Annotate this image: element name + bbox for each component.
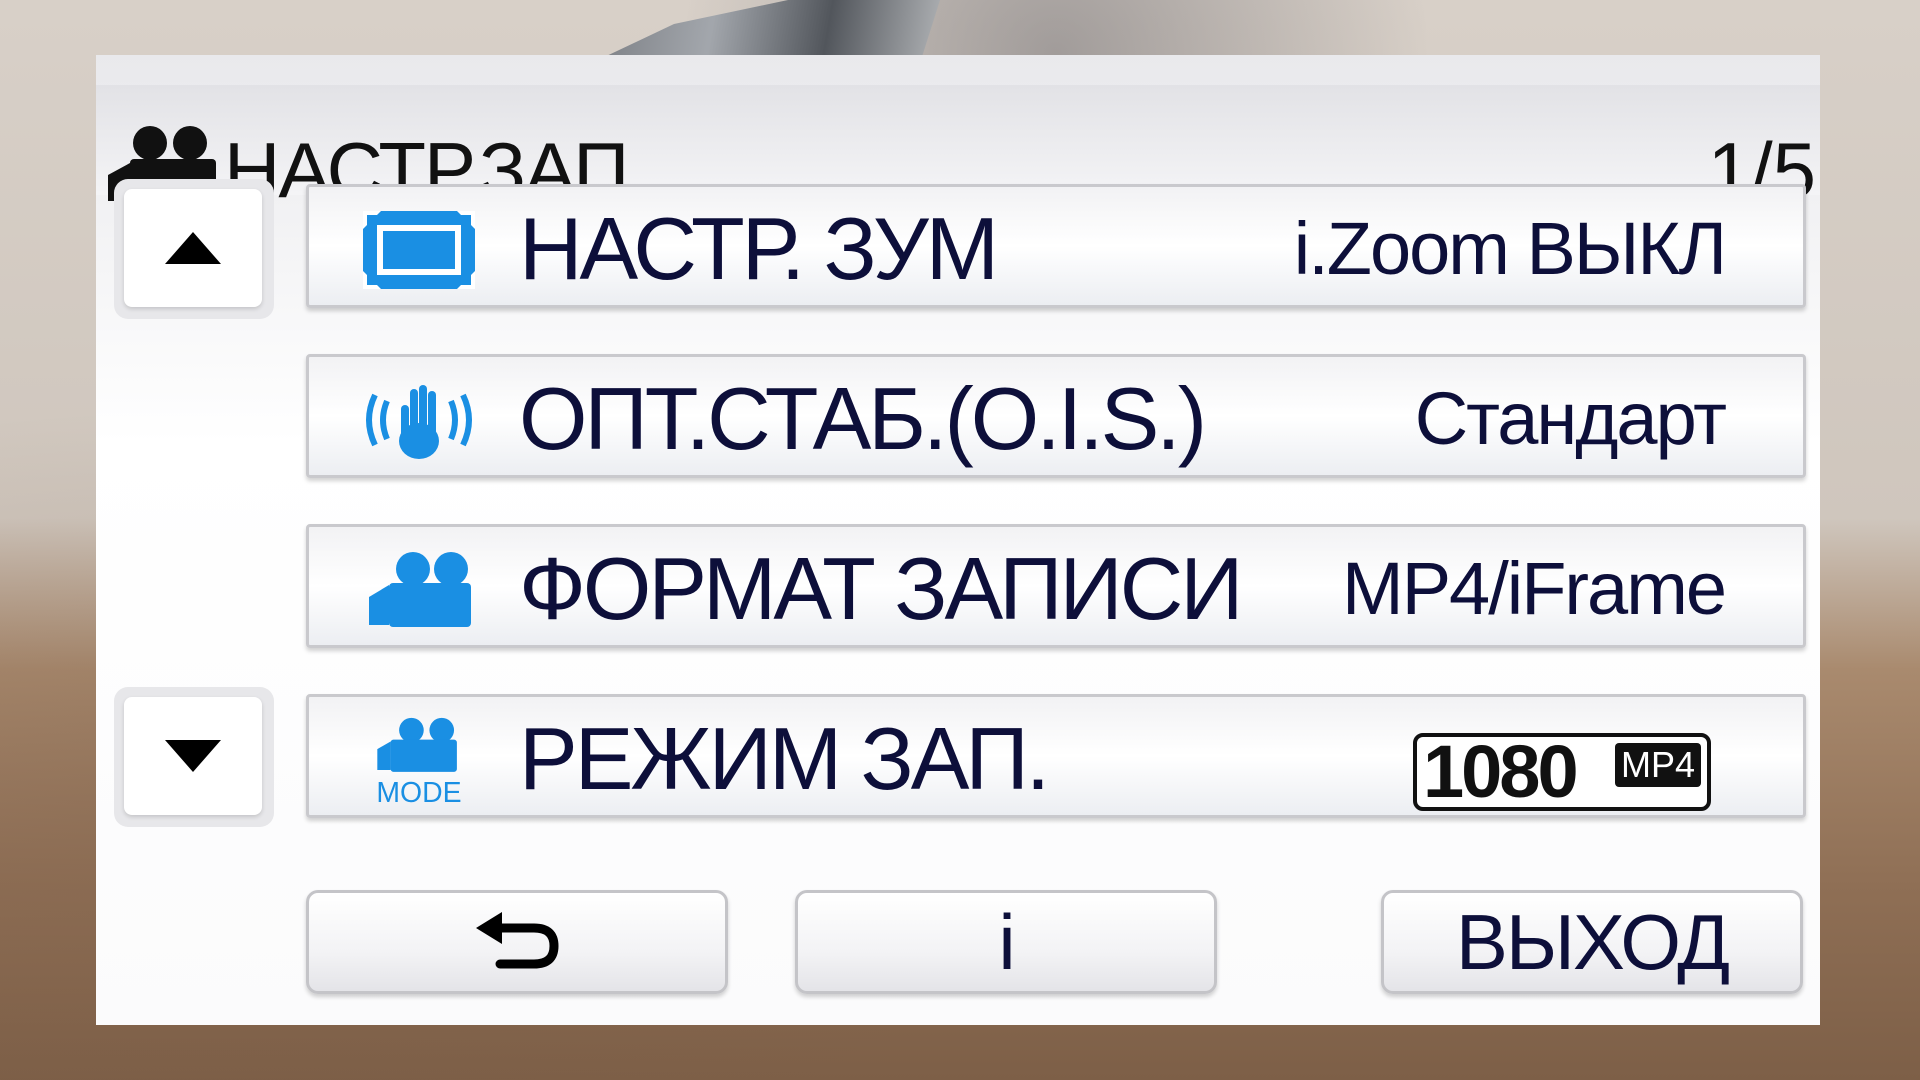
scroll-up-button[interactable] — [114, 179, 274, 319]
menu-item-value: i.Zoom ВЫКЛ — [1293, 207, 1727, 290]
menu-item-ois[interactable]: ОПТ.СТАБ.(O.I.S.) Стандарт — [306, 354, 1806, 478]
movie-camera-icon — [369, 552, 471, 627]
scroll-down-button[interactable] — [114, 687, 274, 827]
exit-button[interactable]: ВЫХОД — [1381, 890, 1803, 994]
menu-panel: НАСТР.ЗАП. 1/5 НАСТР. ЗУМ i.Zoom ВЫКЛ ОП… — [96, 55, 1820, 1025]
exit-button-label: ВЫХОД — [1455, 897, 1730, 986]
menu-item-record-format[interactable]: ФОРМАТ ЗАПИСИ MP4/iFrame — [306, 524, 1806, 648]
menu-item-label: НАСТР. ЗУМ — [519, 199, 999, 298]
record-mode-resolution: 1080 — [1423, 730, 1579, 813]
record-mode-badge: 1080 MP4 — [1413, 733, 1711, 811]
menu-item-record-mode[interactable]: MODE РЕЖИМ ЗАП. 1080 MP4 — [306, 694, 1806, 818]
menu-item-zoom-settings[interactable]: НАСТР. ЗУМ i.Zoom ВЫКЛ — [306, 184, 1806, 308]
menu-item-label: РЕЖИМ ЗАП. — [519, 709, 1050, 808]
menu-item-label: ОПТ.СТАБ.(O.I.S.) — [519, 369, 1207, 468]
zoom-frame-icon — [363, 211, 475, 289]
mode-icon-text: MODE — [376, 777, 461, 805]
arrow-up-icon — [165, 232, 221, 264]
record-mode-format: MP4 — [1614, 743, 1701, 787]
info-button-label: i — [998, 897, 1015, 986]
menu-header: НАСТР.ЗАП. 1/5 — [96, 85, 1820, 214]
movie-mode-icon: MODE — [376, 717, 462, 805]
scroll-down-face — [124, 697, 262, 815]
info-button[interactable]: i — [795, 890, 1217, 994]
scroll-up-face — [124, 189, 262, 307]
back-button[interactable] — [306, 890, 728, 994]
menu-item-value: Стандарт — [1414, 377, 1727, 460]
stabilizer-hand-icon — [366, 385, 472, 459]
menu-item-label: ФОРМАТ ЗАПИСИ — [519, 539, 1244, 638]
arrow-down-icon — [165, 740, 221, 772]
return-arrow-icon — [476, 912, 559, 969]
menu-item-value: MP4/iFrame — [1342, 547, 1727, 630]
